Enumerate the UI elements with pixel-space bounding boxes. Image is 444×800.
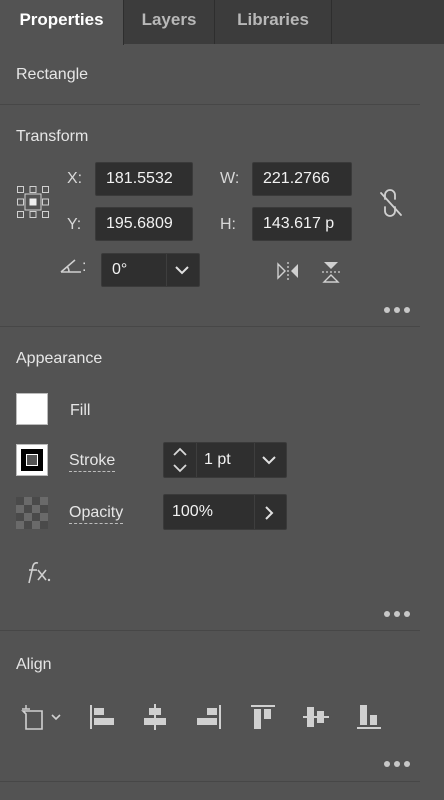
align-section-title: Align	[16, 656, 52, 673]
align-left-icon[interactable]	[88, 703, 116, 731]
tab-properties[interactable]: Properties	[0, 0, 124, 45]
rotate-field-divider	[166, 254, 167, 286]
x-label: X:	[67, 170, 83, 187]
opacity-field[interactable]: 100%	[163, 494, 287, 530]
h-label: H:	[220, 216, 236, 233]
flip-vertical-icon[interactable]	[321, 260, 341, 284]
w-label: W:	[220, 170, 240, 187]
align-to-selection-icon[interactable]	[20, 703, 66, 731]
divider	[0, 104, 420, 105]
reference-point-icon[interactable]	[16, 185, 50, 219]
rotate-field[interactable]: 0°	[101, 253, 200, 287]
width-value: 221.2766	[263, 170, 330, 187]
align-horizontal-center-icon[interactable]	[141, 703, 169, 731]
x-position-field[interactable]: 181.5532	[95, 162, 193, 196]
stroke-weight-field[interactable]: 1 pt	[163, 442, 287, 478]
divider	[0, 326, 420, 327]
align-top-icon[interactable]	[249, 703, 277, 731]
stroke-swatch[interactable]	[16, 444, 48, 476]
stepper-icon[interactable]	[172, 446, 188, 474]
align-bottom-icon[interactable]	[355, 703, 383, 731]
height-value: 143.617 p	[263, 215, 335, 232]
y-position-value: 195.6809	[106, 215, 173, 232]
align-more-options-icon[interactable]	[382, 759, 412, 769]
divider	[0, 781, 420, 782]
chevron-right-icon[interactable]	[264, 505, 274, 521]
x-position-value: 181.5532	[106, 170, 173, 187]
constrain-proportions-icon[interactable]	[378, 188, 404, 218]
rotate-angle-icon	[60, 259, 81, 273]
flip-horizontal-icon[interactable]	[276, 261, 300, 281]
align-right-icon[interactable]	[195, 703, 223, 731]
tab-layers[interactable]: Layers	[124, 0, 215, 44]
tab-libraries[interactable]: Libraries	[215, 0, 332, 44]
width-field[interactable]: 221.2766	[252, 162, 352, 196]
transform-more-options-icon[interactable]	[382, 305, 412, 315]
chevron-down-icon[interactable]	[261, 455, 277, 465]
opacity-label[interactable]: Opacity	[69, 504, 124, 524]
stroke-label[interactable]: Stroke	[69, 452, 116, 472]
opacity-value: 100%	[172, 503, 213, 520]
divider	[0, 630, 420, 631]
effects-fx-icon[interactable]	[24, 560, 56, 586]
appearance-more-options-icon[interactable]	[382, 609, 412, 619]
height-field[interactable]: 143.617 p	[252, 207, 352, 241]
chevron-down-icon[interactable]	[174, 265, 190, 275]
rotate-value: 0°	[112, 261, 128, 278]
appearance-section-title: Appearance	[16, 350, 103, 367]
stroke-weight-value: 1 pt	[204, 451, 231, 468]
fill-swatch[interactable]	[16, 393, 48, 425]
y-position-field[interactable]: 195.6809	[95, 207, 193, 241]
opacity-swatch[interactable]	[16, 497, 48, 529]
panel-tab-bar: Properties Layers Libraries	[0, 0, 444, 45]
object-type-label: Rectangle	[16, 66, 89, 83]
transform-section-title: Transform	[16, 128, 89, 145]
rotate-colon: :	[82, 258, 87, 275]
y-label: Y:	[67, 216, 82, 233]
fill-label: Fill	[70, 402, 91, 419]
align-vertical-center-icon[interactable]	[302, 703, 330, 731]
